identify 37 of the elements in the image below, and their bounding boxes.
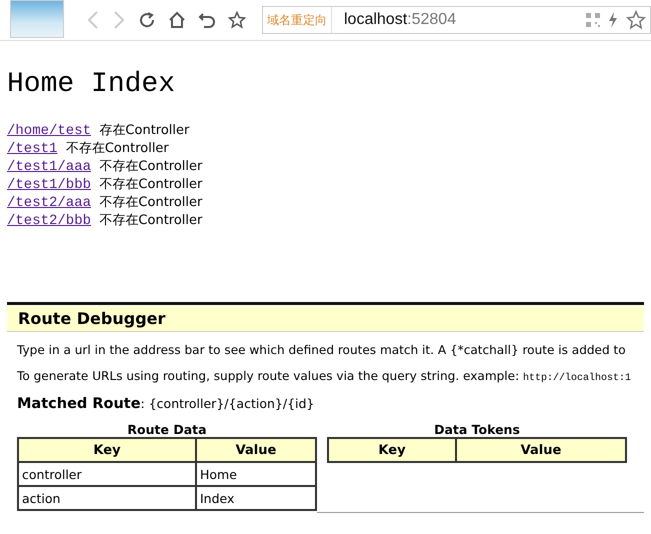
route-note: 不存在Controller: [99, 159, 202, 174]
route-note: 不存在Controller: [99, 213, 202, 228]
table-cell: Home: [196, 462, 316, 486]
route-link[interactable]: /test2/aaa: [7, 195, 92, 211]
star-icon[interactable]: [228, 11, 246, 29]
star-icon[interactable]: [626, 10, 646, 30]
column-header: Value: [456, 438, 626, 462]
logo-picture: [10, 0, 64, 38]
route-link[interactable]: /test2/bbb: [7, 213, 92, 229]
route-note: 不存在Controller: [99, 195, 202, 210]
column-header: Key: [328, 438, 456, 462]
route-note: 存在Controller: [99, 123, 190, 138]
table-caption: Route Data: [126, 422, 208, 437]
debugger-title: Route Debugger: [7, 306, 644, 332]
table-cell: Index: [196, 486, 316, 510]
route-note: 不存在Controller: [99, 177, 202, 192]
route-link[interactable]: /test1/bbb: [7, 177, 92, 193]
table-caption: Data Tokens: [433, 422, 521, 437]
table-cell: controller: [18, 462, 196, 486]
route-link[interactable]: /home/test: [7, 123, 92, 139]
lightning-icon[interactable]: [608, 12, 618, 28]
route-note: 不存在Controller: [66, 141, 169, 156]
intro-text: Type in a url in the address bar to see which defined routes match it. A {*catchall} route is added to: [17, 342, 627, 358]
page-heading: Home Index: [7, 69, 176, 100]
undo-icon[interactable]: [198, 11, 216, 29]
route-link[interactable]: /test1: [7, 141, 58, 157]
url-text: localhost:52804: [344, 11, 456, 29]
column-header: Key: [18, 438, 196, 462]
qr-code-icon[interactable]: [586, 13, 600, 27]
table-cell: action: [18, 486, 196, 510]
column-header: Value: [196, 438, 316, 462]
route-link[interactable]: /test1/aaa: [7, 159, 92, 175]
home-icon[interactable]: [168, 11, 186, 29]
address-bar[interactable]: 域名重定向 localhost:52804: [262, 6, 651, 34]
hint-text: To generate URLs using routing, supply route values via the query string. example: http://localhost:1: [17, 368, 632, 384]
reload-icon[interactable]: [138, 11, 156, 29]
matched-route-text: Matched Route: {controller}/{action}/{id}: [17, 396, 316, 412]
